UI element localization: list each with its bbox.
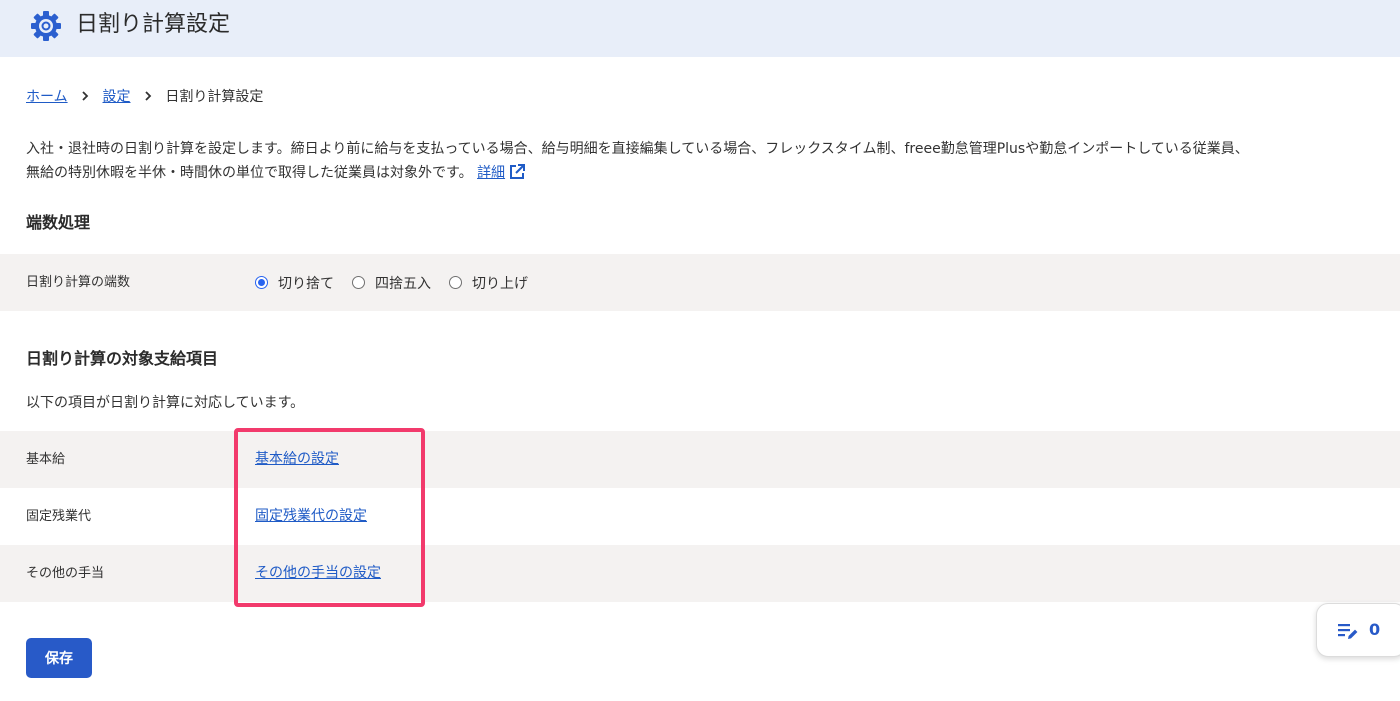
description-line-1: 入社・退社時の日割り計算を設定します。締日より前に給与を支払っている場合、給与明… <box>26 141 1249 157</box>
radio-round-up-label: 切り上げ <box>472 275 528 292</box>
radio-round-half[interactable]: 四捨五入 <box>352 273 431 293</box>
radio-round-down-circle[interactable] <box>255 276 268 289</box>
rounding-row-label: 日割り計算の端数 <box>26 275 131 290</box>
radio-round-down[interactable]: 切り捨て <box>255 273 334 293</box>
target-row-label: 固定残業代 <box>26 509 92 524</box>
targets-section-title: 日割り計算の対象支給項目 <box>26 349 219 368</box>
radio-round-up[interactable]: 切り上げ <box>449 273 528 293</box>
breadcrumb-home-link[interactable]: ホーム <box>26 89 68 105</box>
rounding-row: 日割り計算の端数 切り捨て 四捨五入 切り上げ <box>0 254 1400 311</box>
radio-round-half-label: 四捨五入 <box>375 275 431 292</box>
target-row-basic-salary: 基本給 基本給の設定 <box>0 431 1400 488</box>
targets-description: 以下の項目が日割り計算に対応しています。 <box>26 395 305 411</box>
save-button[interactable]: 保存 <box>26 638 92 678</box>
page-description: 入社・退社時の日割り計算を設定します。締日より前に給与を支払っている場合、給与明… <box>26 137 1386 185</box>
detail-link-label: 詳細 <box>477 165 506 181</box>
rounding-section-title: 端数処理 <box>26 213 91 232</box>
radio-round-half-circle[interactable] <box>352 276 365 289</box>
radio-round-up-circle[interactable] <box>449 276 462 289</box>
chevron-right-icon <box>82 91 89 101</box>
page-header: 日割り計算設定 <box>0 0 1400 57</box>
description-line-2: 無給の特別休暇を半休・時間休の単位で取得した従業員は対象外です。 詳細 <box>26 161 1386 185</box>
breadcrumb-settings-link[interactable]: 設定 <box>103 89 131 105</box>
target-row-fixed-overtime: 固定残業代 固定残業代の設定 <box>0 488 1400 545</box>
breadcrumb: ホーム 設定 日割り計算設定 <box>26 86 263 108</box>
highlight-annotation-box <box>234 428 425 607</box>
description-line-2-text: 無給の特別休暇を半休・時間休の単位で取得した従業員は対象外です。 <box>26 165 473 181</box>
target-row-other-allowances: その他の手当 その他の手当の設定 <box>0 545 1400 602</box>
detail-link[interactable]: 詳細 <box>477 164 526 181</box>
radio-round-down-label: 切り捨て <box>278 275 334 292</box>
external-link-icon <box>510 164 526 179</box>
breadcrumb-current: 日割り計算設定 <box>165 89 264 105</box>
page-title: 日割り計算設定 <box>76 12 231 37</box>
floating-edit-panel[interactable]: 0 <box>1316 603 1400 657</box>
edit-count: 0 <box>1369 620 1381 639</box>
edit-list-icon <box>1338 624 1358 639</box>
target-row-label: 基本給 <box>26 452 66 467</box>
rounding-radio-group: 切り捨て 四捨五入 切り上げ <box>255 254 546 311</box>
target-row-label: その他の手当 <box>26 566 105 581</box>
gear-icon <box>31 11 61 41</box>
chevron-right-icon <box>145 91 152 101</box>
